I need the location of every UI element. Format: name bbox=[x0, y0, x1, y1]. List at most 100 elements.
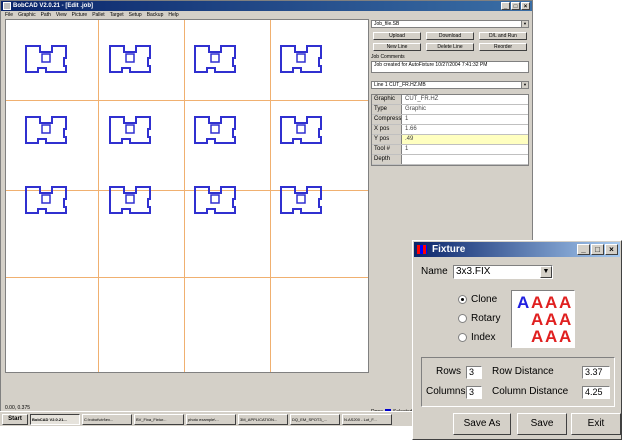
menu-help[interactable]: Help bbox=[168, 11, 178, 19]
property-value[interactable]: 1 bbox=[402, 145, 528, 154]
exit-button[interactable]: Exit bbox=[571, 413, 621, 435]
preview-glyph: A bbox=[517, 293, 530, 312]
taskbar-item[interactable]: N.AS200 - Lot_F... bbox=[342, 413, 392, 425]
grid-line-vertical bbox=[184, 20, 185, 372]
fixture-part[interactable] bbox=[193, 185, 237, 215]
property-value[interactable]: .49 bbox=[402, 135, 528, 144]
menu-graphic[interactable]: Graphic bbox=[18, 11, 36, 19]
menu-path[interactable]: Path bbox=[41, 11, 51, 19]
taskbar-item[interactable]: DQ_EM_SPOT3_... bbox=[290, 413, 340, 425]
fixture-part[interactable] bbox=[108, 115, 152, 145]
close-button[interactable]: × bbox=[605, 244, 618, 255]
fixture-part[interactable] bbox=[24, 185, 68, 215]
start-button[interactable]: Start bbox=[2, 413, 28, 425]
fixture-app-icon bbox=[417, 245, 427, 254]
property-key: Tool # bbox=[372, 145, 402, 154]
download-button[interactable]: Download bbox=[426, 32, 474, 40]
radio-index-label: Index bbox=[471, 332, 496, 343]
new-line-button[interactable]: New Line bbox=[373, 43, 421, 51]
maximize-button[interactable]: □ bbox=[591, 244, 604, 255]
radio-dot bbox=[458, 295, 467, 304]
fixture-dialog: Fixture _ □ × Name 3x3.FIX ▼ Clone Rotar… bbox=[412, 240, 622, 440]
property-row[interactable]: X pos 1.66 bbox=[372, 125, 528, 135]
grid-line-horizontal bbox=[6, 277, 368, 278]
fixture-part[interactable] bbox=[108, 185, 152, 215]
close-button[interactable]: × bbox=[521, 2, 530, 10]
property-key: Compress bbox=[372, 115, 402, 124]
taskbar-item[interactable]: BV_Fixa_Fixtur... bbox=[134, 413, 184, 425]
delete-line-button[interactable]: Delete Line bbox=[426, 43, 474, 51]
main-titlebar: BobCAD V2.0.21 - [Edit .job] _ □ × bbox=[1, 1, 532, 11]
upload-button[interactable]: Upload bbox=[373, 32, 421, 40]
save-button[interactable]: Save bbox=[517, 413, 567, 435]
property-row[interactable]: Graphic CUT_FR.HZ bbox=[372, 95, 528, 105]
fixture-part[interactable] bbox=[193, 115, 237, 145]
grid-line-vertical bbox=[270, 20, 271, 372]
property-key: Type bbox=[372, 105, 402, 114]
property-value[interactable]: CUT_FR.HZ bbox=[402, 95, 528, 104]
chevron-down-icon: ▼ bbox=[521, 21, 528, 27]
line-select[interactable]: Line 1 CUT_FR.HZ.MB ▼ bbox=[371, 81, 529, 89]
job-file-select[interactable]: Job_file.SB ▼ bbox=[371, 20, 529, 28]
minimize-button[interactable]: _ bbox=[501, 2, 510, 10]
fixture-name-select[interactable]: 3x3.FIX ▼ bbox=[453, 265, 553, 279]
menu-pallet[interactable]: Pallet bbox=[92, 11, 105, 19]
fixture-part[interactable] bbox=[279, 185, 323, 215]
property-key: Graphic bbox=[372, 95, 402, 104]
fixture-title: Fixture bbox=[432, 244, 466, 255]
fixture-titlebar[interactable]: Fixture _ □ × bbox=[414, 242, 620, 257]
fixture-part[interactable] bbox=[279, 44, 323, 74]
window-title: BobCAD V2.0.21 - [Edit .job] bbox=[13, 3, 94, 9]
column-distance-label: Column Distance bbox=[492, 386, 569, 397]
columns-field[interactable]: 3 bbox=[466, 386, 482, 399]
property-row[interactable]: Tool #1 bbox=[372, 145, 528, 155]
property-value[interactable]: 1 bbox=[402, 115, 528, 124]
radio-clone[interactable]: Clone bbox=[458, 294, 497, 305]
property-row[interactable]: Y pos .49 bbox=[372, 135, 528, 145]
column-distance-field[interactable]: 4.25 bbox=[582, 386, 610, 399]
property-value[interactable]: Graphic bbox=[402, 105, 528, 114]
dl-and-run-button[interactable]: D/L and Run bbox=[479, 32, 527, 40]
reorder-button[interactable]: Reorder bbox=[479, 43, 527, 51]
taskbar-item[interactable]: 3M_APPLICATION... bbox=[238, 413, 288, 425]
window-controls: _ □ × bbox=[501, 2, 530, 10]
job-comments-field[interactable]: Job created for AutoFixture 10/27/2004 7… bbox=[371, 61, 529, 73]
fixture-part[interactable] bbox=[24, 115, 68, 145]
preview-glyph: A bbox=[545, 327, 558, 346]
property-row[interactable]: Depth bbox=[372, 155, 528, 165]
rows-label: Rows bbox=[436, 366, 462, 377]
menu-view[interactable]: View bbox=[56, 11, 67, 19]
canvas-footer bbox=[5, 373, 369, 405]
property-key: Depth bbox=[372, 155, 402, 164]
maximize-button[interactable]: □ bbox=[511, 2, 520, 10]
fixture-part[interactable] bbox=[193, 44, 237, 74]
fixture-part[interactable] bbox=[108, 44, 152, 74]
property-value[interactable] bbox=[402, 155, 528, 164]
property-row[interactable]: Type Graphic bbox=[372, 105, 528, 115]
property-value[interactable]: 1.66 bbox=[402, 125, 528, 134]
taskbar-item[interactable]: BobCAD V2.0.21... bbox=[30, 413, 80, 425]
property-row[interactable]: Compress 1 bbox=[372, 115, 528, 125]
radio-dot bbox=[458, 314, 467, 323]
menu-setup[interactable]: Setup bbox=[129, 11, 142, 19]
menu-backup[interactable]: Backup bbox=[147, 11, 164, 19]
fixture-part[interactable] bbox=[279, 115, 323, 145]
row-distance-field[interactable]: 3.37 bbox=[582, 366, 610, 379]
taskbar-item[interactable]: C:\robot\ctrl\ex... bbox=[82, 413, 132, 425]
taskbar-item[interactable]: photo example\... bbox=[186, 413, 236, 425]
fixture-part[interactable] bbox=[24, 44, 68, 74]
menu-target[interactable]: Target bbox=[110, 11, 124, 19]
menu-file[interactable]: File bbox=[5, 11, 13, 19]
minimize-button[interactable]: _ bbox=[577, 244, 590, 255]
radio-index[interactable]: Index bbox=[458, 332, 495, 343]
radio-rotary[interactable]: Rotary bbox=[458, 313, 500, 324]
rows-field[interactable]: 3 bbox=[466, 366, 482, 379]
grid-line-horizontal bbox=[6, 100, 368, 101]
fixture-canvas[interactable] bbox=[5, 19, 369, 373]
columns-label: Columns bbox=[426, 386, 466, 397]
chevron-down-icon: ▼ bbox=[521, 82, 528, 88]
grid-line-vertical bbox=[98, 20, 99, 372]
save-as-button[interactable]: Save As bbox=[453, 413, 511, 435]
menu-picture[interactable]: Picture bbox=[72, 11, 88, 19]
menu-bar: File Graphic Path View Picture Pallet Ta… bbox=[1, 11, 532, 19]
